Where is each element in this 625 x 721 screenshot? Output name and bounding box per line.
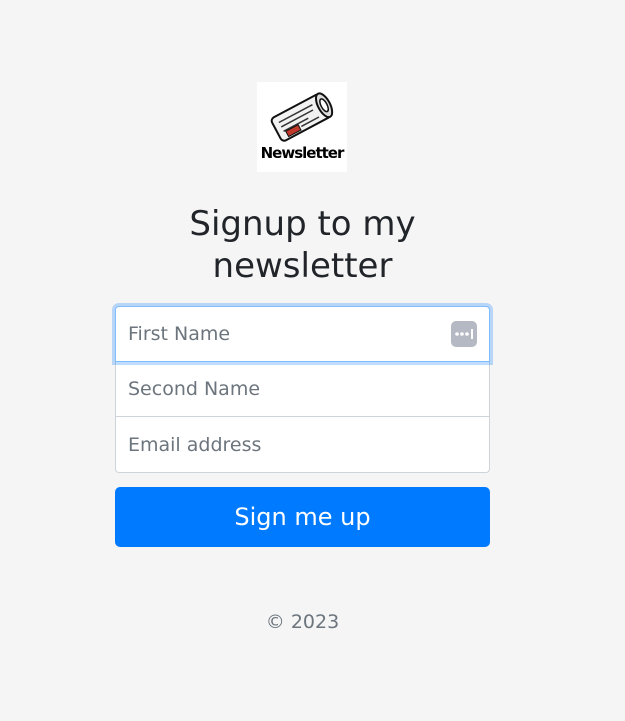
- second-name-input[interactable]: Second Name: [115, 361, 490, 417]
- first-name-input[interactable]: First Name: [115, 306, 490, 362]
- title-line-1: Signup to my: [189, 204, 416, 244]
- sign-me-up-button[interactable]: Sign me up: [115, 487, 490, 547]
- first-name-placeholder: First Name: [128, 323, 231, 345]
- copyright-footer: © 2023: [265, 611, 340, 633]
- logo-text: Newsletter: [260, 144, 345, 162]
- newsletter-logo: Newsletter: [257, 82, 347, 172]
- signup-form: First Name Second Name Email address: [115, 306, 490, 473]
- email-input[interactable]: Email address: [115, 416, 490, 473]
- page-title: Signup to my newsletter: [0, 203, 605, 287]
- email-placeholder: Email address: [128, 433, 262, 456]
- signup-page: Newsletter Signup to my newsletter First…: [0, 0, 625, 721]
- second-name-placeholder: Second Name: [128, 378, 261, 400]
- title-line-2: newsletter: [212, 246, 393, 286]
- password-manager-icon[interactable]: [451, 321, 477, 347]
